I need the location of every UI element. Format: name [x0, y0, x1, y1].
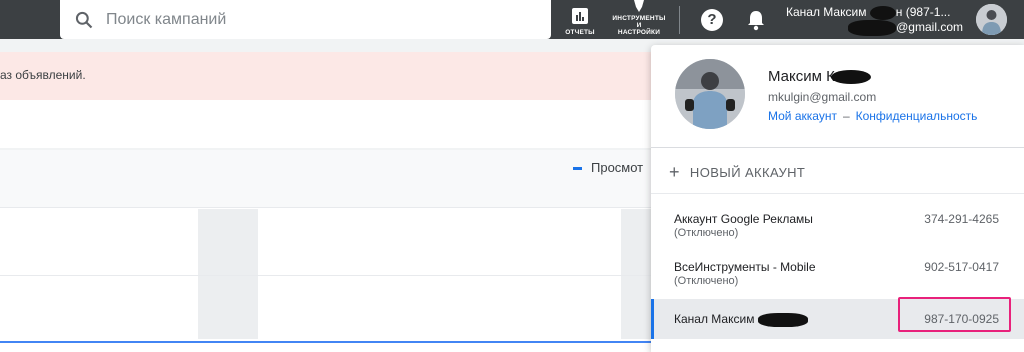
header-account-info[interactable]: Канал Максим н (987-1... @gmail.com [786, 5, 971, 36]
search-icon [75, 11, 93, 28]
account-name-text: Канал Максим [674, 312, 755, 326]
plus-icon: + [669, 162, 680, 182]
account-name: Канал Максим [674, 312, 808, 327]
privacy-link[interactable]: Конфиденциальность [856, 109, 978, 123]
account-name: ВсеИнструменты - Mobile [674, 260, 816, 274]
chart-shaded-column [621, 209, 651, 339]
header-account-id: н (987-1... [895, 5, 951, 19]
tools-label-2: И [636, 22, 642, 29]
profile-name: Максим К [768, 68, 871, 85]
reports-label: ОТЧЕТЫ [565, 29, 595, 36]
selected-indicator [651, 299, 654, 339]
account-status: (Отключено) [674, 275, 739, 287]
chart-shaded-column [198, 209, 258, 339]
reports-button[interactable]: ОТЧЕТЫ [560, 0, 600, 39]
tools-label-1: ИНСТРУМЕНТЫ [612, 15, 666, 22]
legend-line-marker [573, 167, 582, 170]
profile-photo [675, 59, 745, 129]
popup-divider [651, 193, 1024, 194]
search-input[interactable] [106, 10, 526, 29]
account-status: (Отключено) [674, 227, 739, 239]
profile-name-text: Максим К [768, 68, 835, 85]
header-account-name: Канал Максим [786, 5, 867, 19]
highlight-box [898, 297, 1011, 332]
campaign-search[interactable] [60, 0, 551, 39]
link-separator: – [842, 109, 850, 123]
chart-series-line [0, 341, 660, 343]
redaction-mark [848, 19, 897, 36]
reports-icon [572, 8, 588, 24]
tools-label-3: НАСТРОЙКИ [617, 29, 661, 36]
legend-label[interactable]: Просмот [591, 160, 643, 175]
alert-text: аз объявлений. [0, 68, 86, 82]
account-id: 902-517-0417 [924, 260, 999, 274]
toolbar-divider [679, 6, 680, 34]
redaction-mark [830, 70, 871, 85]
header-account-email: @gmail.com [896, 20, 963, 34]
account-list-item[interactable]: Аккаунт Google Рекламы (Отключено) 374-2… [651, 200, 1024, 250]
profile-links: Мой аккаунт – Конфиденциальность [768, 109, 977, 123]
redaction-mark [757, 312, 808, 327]
account-id: 374-291-4265 [924, 212, 999, 226]
tools-settings-button[interactable]: ИНСТРУМЕНТЫ И НАСТРОЙКИ [612, 0, 666, 39]
new-account-label: НОВЫЙ АККАУНТ [689, 165, 806, 180]
profile-avatar [675, 59, 745, 129]
new-account-button[interactable]: + НОВЫЙ АККАУНТ [669, 162, 805, 183]
account-name: Аккаунт Google Рекламы [674, 212, 813, 226]
bell-icon[interactable] [746, 9, 766, 31]
avatar-photo [976, 4, 1007, 35]
profile-email: mkulgin@gmail.com [768, 90, 877, 104]
account-list-item[interactable]: ВсеИнструменты - Mobile (Отключено) 902-… [651, 252, 1024, 302]
popup-divider [651, 147, 1024, 148]
account-popup: Максим К mkulgin@gmail.com Мой аккаунт – К… [651, 45, 1024, 352]
chart-gridline [0, 275, 660, 276]
avatar[interactable] [976, 4, 1007, 35]
my-account-link[interactable]: Мой аккаунт [768, 109, 837, 123]
help-icon[interactable]: ? [701, 9, 723, 31]
top-bar: ОТЧЕТЫ ИНСТРУМЕНТЫ И НАСТРОЙКИ ? Канал М… [0, 0, 1024, 39]
wrench-icon [634, 0, 644, 12]
redaction-mark [869, 5, 896, 20]
